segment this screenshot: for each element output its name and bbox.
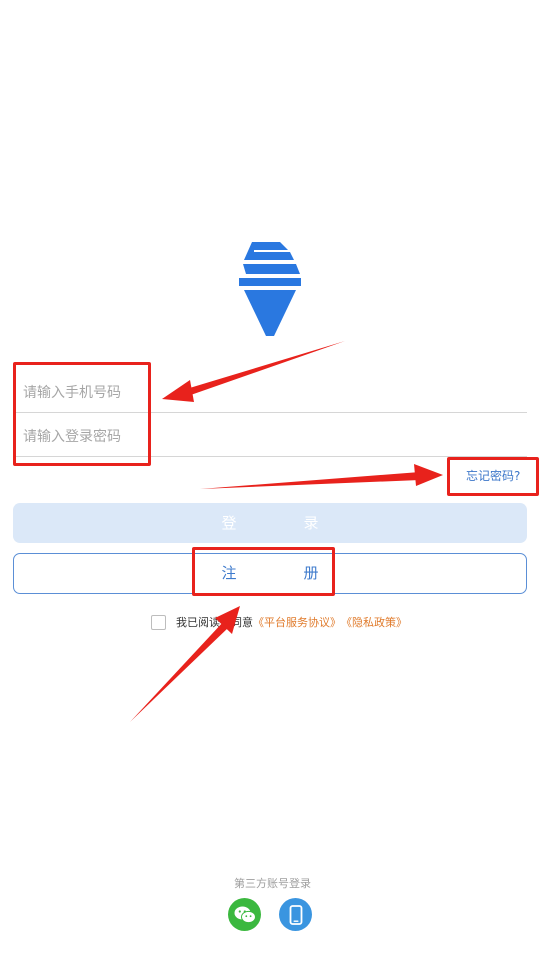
third-party-login-title: 第三方账号登录 (234, 877, 311, 890)
phone-field (14, 369, 527, 413)
forgot-password-link[interactable]: 忘记密码? (466, 467, 520, 484)
wechat-login-button[interactable] (228, 898, 261, 931)
privacy-policy-link[interactable]: 《隐私政策》 (341, 614, 407, 630)
phone-input[interactable] (23, 379, 503, 407)
annotation-arrows (130, 341, 443, 722)
register-button[interactable]: 注 册 (13, 553, 527, 594)
phone-icon (289, 904, 302, 925)
platform-agreement-link[interactable]: 《平台服务协议》 (253, 614, 341, 630)
agreement-prefix: 我已阅读并同意 (176, 616, 253, 629)
wechat-icon (234, 906, 256, 923)
password-field (14, 413, 527, 457)
agreement-checkbox[interactable] (151, 614, 166, 630)
app-logo (239, 242, 301, 336)
password-input[interactable] (23, 423, 503, 451)
annotation-arrow-forgot (200, 464, 443, 489)
login-button[interactable]: 登 录 (13, 503, 527, 543)
phone-login-button[interactable] (279, 898, 312, 931)
agreement-row: 我已阅读并同意 《平台服务协议》 《隐私政策》 (151, 613, 407, 631)
